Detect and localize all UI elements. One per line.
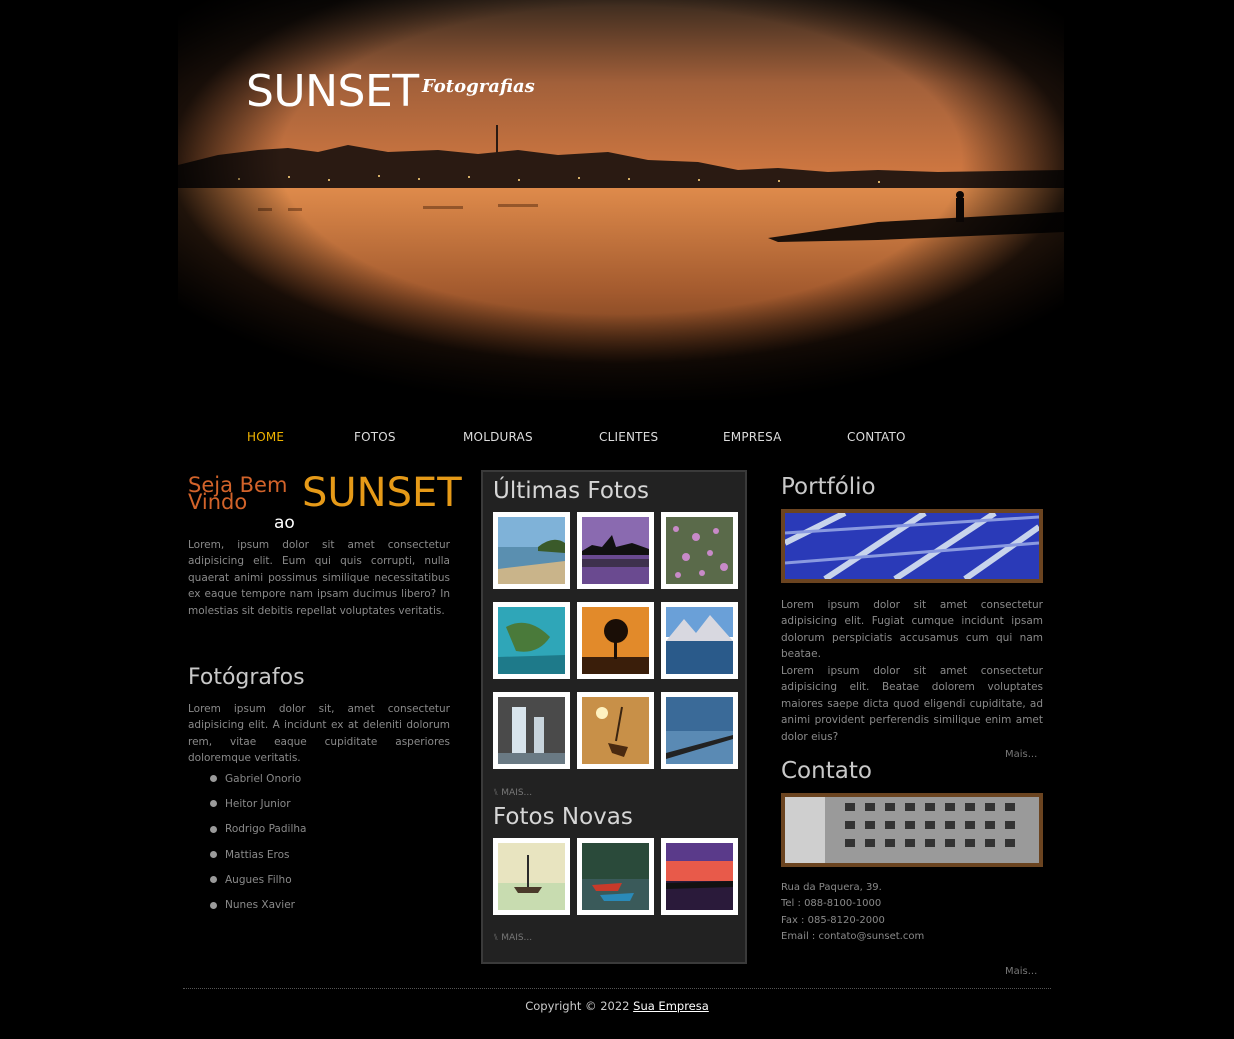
waterfall-photo-icon[interactable] — [493, 692, 570, 769]
list-item[interactable]: Rodrigo Padilha — [210, 817, 306, 842]
nav-fotos[interactable]: FOTOS — [354, 430, 396, 444]
contact-email: Email : contato@sunset.com — [781, 931, 925, 943]
fotografos-text: Lorem ipsum dolor sit, amet consectetur … — [188, 703, 450, 765]
photographer-name: Mattias Eros — [225, 848, 290, 861]
red-sunset-photo-icon[interactable] — [661, 838, 738, 915]
island-photo-icon[interactable] — [493, 602, 570, 679]
bullet-icon — [210, 800, 217, 808]
fotografos-title: Fotógrafos — [188, 665, 305, 690]
building-photo-icon — [785, 797, 1039, 863]
ultimas-fotos-title: Últimas Fotos — [493, 478, 649, 504]
ultimas-more-link[interactable]: ⑊ MAIS... — [493, 788, 532, 798]
contact-tel: Tel : 088-8100-1000 — [781, 898, 882, 910]
contato-title: Contato — [781, 758, 872, 784]
header-banner — [178, 0, 1064, 400]
sunset-landscape-image — [178, 0, 1064, 400]
contact-info: Rua da Paquera, 39. Tel : 088-8100-1000 … — [781, 880, 924, 946]
contact-fax: Fax : 085-8120-2000 — [781, 914, 885, 926]
nav-clientes[interactable]: CLIENTES — [599, 430, 658, 444]
novas-more-link[interactable]: ⑊ MAIS... — [493, 933, 532, 943]
tree-sunset-photo-icon[interactable] — [577, 602, 654, 679]
contact-address: Rua da Paquera, 39. — [781, 882, 882, 893]
photographer-name: Rodrigo Padilha — [225, 823, 307, 836]
welcome-heading: Seja Bem Vindo — [188, 473, 288, 514]
novas-more-label: MAIS... — [501, 933, 533, 943]
list-item[interactable]: Mattias Eros — [210, 842, 306, 867]
nav-contato[interactable]: CONTATO — [847, 430, 906, 444]
portfolio-text-2: Lorem ipsum dolor sit amet consectetur a… — [781, 665, 1043, 743]
portfolio-more-link[interactable]: Mais... — [1005, 749, 1037, 760]
logo-subtitle: Fotografias — [422, 76, 535, 97]
boat-sunset-photo-icon[interactable] — [577, 692, 654, 769]
photographer-name: Gabriel Onorio — [225, 772, 302, 785]
logo-title[interactable]: SUNSET — [246, 66, 419, 117]
welcome-text: Lorem, ipsum dolor sit amet consectetur … — [188, 539, 450, 617]
footer-divider — [183, 988, 1051, 989]
gallery-panel: Últimas Fotos ⑊ MAIS... Fotos Novas ⑊ MA… — [481, 470, 747, 964]
list-item[interactable]: Gabriel Onorio — [210, 766, 306, 791]
photographer-name: Heitor Junior — [225, 797, 291, 810]
list-item[interactable]: Heitor Junior — [210, 791, 306, 816]
nav-molduras[interactable]: MOLDURAS — [463, 430, 533, 444]
nav-home[interactable]: HOME — [247, 430, 284, 444]
list-item[interactable]: Nunes Xavier — [210, 892, 306, 917]
bullet-icon — [210, 901, 217, 909]
footer: Copyright © 2022 Sua Empresa — [0, 999, 1234, 1013]
lake-sunset-photo-icon[interactable] — [577, 512, 654, 589]
company-link[interactable]: Sua Empresa — [633, 999, 709, 1013]
bullet-icon — [210, 775, 217, 783]
bullet-icon — [210, 825, 217, 833]
welcome-ao: ao — [274, 513, 295, 533]
copyright-text: Copyright © 2022 — [525, 999, 630, 1013]
photographer-list: Gabriel Onorio Heitor Junior Rodrigo Pad… — [210, 766, 306, 918]
boat-lake-photo-icon[interactable] — [493, 838, 570, 915]
nav-empresa[interactable]: EMPRESA — [723, 430, 782, 444]
portfolio-image[interactable] — [781, 509, 1043, 583]
ultimas-more-label: MAIS... — [501, 788, 533, 798]
bullet-icon — [210, 876, 217, 884]
canoes-photo-icon[interactable] — [577, 838, 654, 915]
mountain-lake-photo-icon[interactable] — [661, 602, 738, 679]
pier-photo-icon[interactable] — [661, 692, 738, 769]
portfolio-text-1: Lorem ipsum dolor sit amet consectetur a… — [781, 599, 1043, 661]
photographer-name: Augues Filho — [225, 873, 292, 886]
list-item[interactable]: Augues Filho — [210, 867, 306, 892]
contato-image[interactable] — [781, 793, 1043, 867]
architecture-photo-icon — [783, 510, 1041, 582]
main-nav: HOME FOTOS MOLDURAS CLIENTES EMPRESA CON… — [0, 430, 1234, 450]
photographer-name: Nunes Xavier — [225, 899, 295, 912]
bullet-icon — [210, 851, 217, 859]
welcome-brand: SUNSET — [302, 470, 462, 516]
beach-photo-icon[interactable] — [493, 512, 570, 589]
contato-more-link[interactable]: Mais... — [1005, 966, 1037, 977]
flowers-photo-icon[interactable] — [661, 512, 738, 589]
fotos-novas-title: Fotos Novas — [493, 804, 633, 830]
portfolio-title: Portfólio — [781, 474, 876, 500]
